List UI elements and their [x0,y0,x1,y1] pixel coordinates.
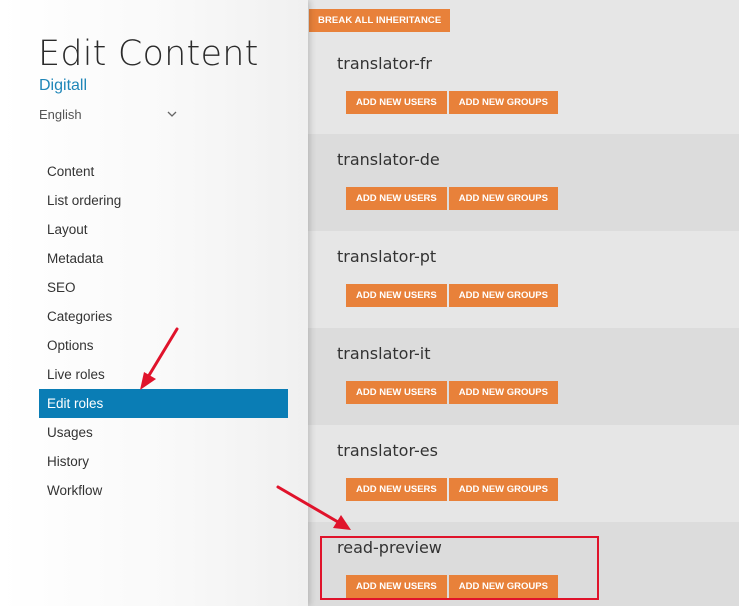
role-name: translator-es [337,441,438,460]
role-actions: ADD NEW USERS ADD NEW GROUPS [346,478,558,501]
add-new-groups-button[interactable]: ADD NEW GROUPS [448,478,558,501]
sidebar-item-content[interactable]: Content [39,157,288,186]
add-new-users-button[interactable]: ADD NEW USERS [346,284,447,307]
sidebar-item-usages[interactable]: Usages [39,418,288,447]
sidebar-item-list-ordering[interactable]: List ordering [39,186,288,215]
add-new-groups-button[interactable]: ADD NEW GROUPS [448,381,558,404]
site-name: Digitall [39,77,88,94]
role-row: translator-es ADD NEW USERS ADD NEW GROU… [308,425,739,522]
sidebar-item-workflow[interactable]: Workflow [39,476,288,505]
role-row: translator-it ADD NEW USERS ADD NEW GROU… [308,328,739,425]
sidebar-item-categories[interactable]: Categories [39,302,288,331]
sidebar-nav: Content List ordering Layout Metadata SE… [39,157,288,505]
add-new-users-button[interactable]: ADD NEW USERS [346,91,447,114]
add-new-groups-button[interactable]: ADD NEW GROUPS [448,187,558,210]
role-actions: ADD NEW USERS ADD NEW GROUPS [346,187,558,210]
sidebar-item-edit-roles[interactable]: Edit roles [39,389,288,418]
language-select[interactable]: English [39,107,181,125]
role-row: translator-de ADD NEW USERS ADD NEW GROU… [308,134,739,231]
add-new-groups-button[interactable]: ADD NEW GROUPS [448,91,558,114]
role-row: translator-pt ADD NEW USERS ADD NEW GROU… [308,231,739,328]
annotation-highlight-box [320,536,599,600]
role-row: translator-fr ADD NEW USERS ADD NEW GROU… [308,38,739,134]
sidebar-item-layout[interactable]: Layout [39,215,288,244]
add-new-groups-button[interactable]: ADD NEW GROUPS [448,284,558,307]
role-actions: ADD NEW USERS ADD NEW GROUPS [346,91,558,114]
roles-panel: BREAK ALL INHERITANCE translator-fr ADD … [308,0,739,606]
add-new-users-button[interactable]: ADD NEW USERS [346,187,447,210]
role-actions: ADD NEW USERS ADD NEW GROUPS [346,381,558,404]
role-name: translator-pt [337,247,437,266]
role-name: translator-it [337,344,431,363]
break-all-inheritance-button[interactable]: BREAK ALL INHERITANCE [309,9,451,32]
page-title: Edit Content [38,34,259,74]
role-name: translator-fr [337,54,432,73]
sidebar-item-seo[interactable]: SEO [39,273,288,302]
sidebar-item-history[interactable]: History [39,447,288,476]
sidebar-item-options[interactable]: Options [39,331,288,360]
language-label: English [39,107,82,122]
sidebar-item-metadata[interactable]: Metadata [39,244,288,273]
sidebar-item-live-roles[interactable]: Live roles [39,360,288,389]
sidebar: Edit Content Digitall English Content Li… [0,0,308,606]
role-name: translator-de [337,150,440,169]
chevron-down-icon [167,111,177,117]
add-new-users-button[interactable]: ADD NEW USERS [346,478,447,501]
role-actions: ADD NEW USERS ADD NEW GROUPS [346,284,558,307]
add-new-users-button[interactable]: ADD NEW USERS [346,381,447,404]
